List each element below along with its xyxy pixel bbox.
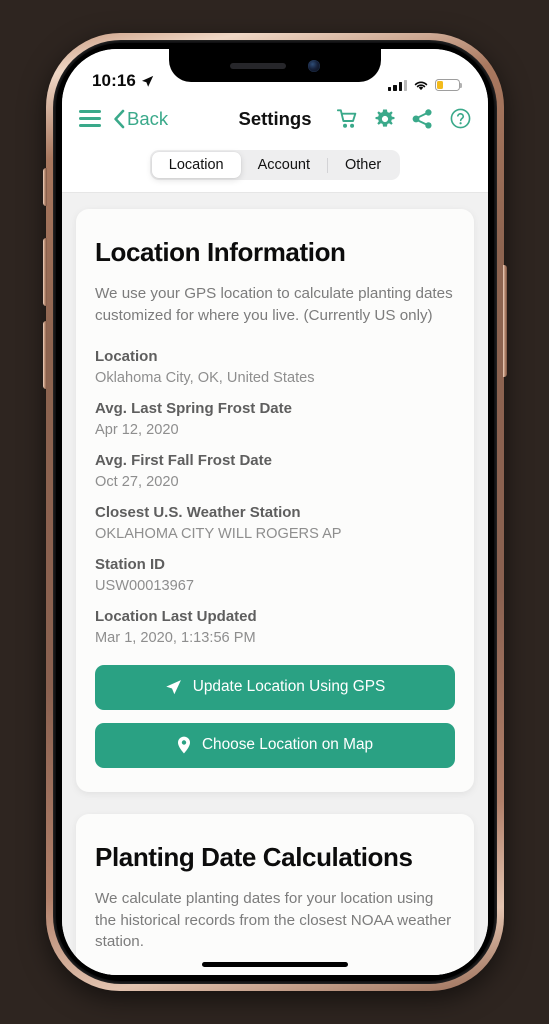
earpiece-speaker <box>230 62 286 69</box>
phone-screen: 10:16 Back Settings Location Account Oth… <box>62 49 488 975</box>
front-camera <box>308 59 320 72</box>
planting-card-title: Planting Date Calculations <box>95 841 413 872</box>
share-icon[interactable] <box>412 108 433 129</box>
location-card-description: We use your GPS location to calculate pl… <box>95 285 453 324</box>
volume-up-button[interactable] <box>43 238 47 306</box>
update-location-gps-button[interactable]: Update Location Using GPS <box>95 664 455 710</box>
field-label: Location <box>95 348 158 366</box>
field-label: Closest U.S. Weather Station <box>95 504 301 522</box>
cellular-signal-icon <box>388 79 407 91</box>
field-value: Oklahoma City, OK, United States <box>95 370 315 387</box>
map-pin-icon <box>177 736 190 754</box>
field-label: Avg. First Fall Frost Date <box>95 452 272 470</box>
field-value: Apr 12, 2020 <box>95 422 179 439</box>
navigation-bar: Back Settings <box>62 96 488 141</box>
planting-card-description: We calculate planting dates for your loc… <box>95 890 452 951</box>
field-value: OKLAHOMA CITY WILL ROGERS AP <box>95 525 342 542</box>
navigation-arrow-icon <box>166 679 181 695</box>
field-label: Avg. Last Spring Frost Date <box>95 400 292 418</box>
location-information-card: Location Information We use your GPS loc… <box>76 209 474 792</box>
location-arrow-icon <box>141 75 154 87</box>
volume-down-button[interactable] <box>43 321 47 389</box>
nav-left-group: Back <box>78 107 168 130</box>
field-last-spring-frost: Avg. Last Spring Frost Date Apr 12, 2020 <box>95 399 455 440</box>
planting-date-calculations-card: Planting Date Calculations We calculate … <box>76 813 474 975</box>
tab-location[interactable]: Location <box>151 152 241 178</box>
choose-location-map-label: Choose Location on Map <box>201 736 374 754</box>
field-weather-station: Closest U.S. Weather Station OKLAHOMA CI… <box>95 503 455 544</box>
phone-device: 10:16 Back Settings Location Account Oth… <box>43 33 507 991</box>
hamburger-menu-icon[interactable] <box>78 107 102 130</box>
status-bar-left: 10:16 <box>92 71 154 91</box>
settings-scroll-content[interactable]: Location Information We use your GPS loc… <box>62 193 488 975</box>
field-first-fall-frost: Avg. First Fall Frost Date Oct 27, 2020 <box>95 451 455 492</box>
battery-fill <box>437 81 443 89</box>
power-button[interactable] <box>503 265 507 377</box>
chevron-left-icon <box>114 109 125 128</box>
field-value: Mar 1, 2020, 1:13:56 PM <box>95 629 256 646</box>
field-station-id: Station ID USW00013967 <box>95 555 455 596</box>
field-last-updated: Location Last Updated Mar 1, 2020, 1:13:… <box>95 607 455 648</box>
shopping-cart-icon[interactable] <box>337 108 358 129</box>
tab-other[interactable]: Other <box>328 152 398 178</box>
tab-bar: Location Account Other <box>62 141 488 193</box>
home-indicator[interactable] <box>202 961 348 967</box>
segmented-control: Location Account Other <box>149 150 401 180</box>
field-label: Station ID <box>95 556 165 573</box>
status-time: 10:16 <box>92 71 136 90</box>
mute-switch[interactable] <box>43 168 47 206</box>
status-bar-right <box>388 79 463 91</box>
wifi-icon <box>414 81 428 91</box>
battery-low-icon <box>435 79 463 91</box>
choose-location-map-button[interactable]: Choose Location on Map <box>95 722 455 768</box>
help-circle-icon[interactable] <box>450 108 471 129</box>
field-value: USW00013967 <box>95 577 194 594</box>
field-label: Location Last Updated <box>95 607 257 625</box>
location-actions: Update Location Using GPS Choose Locatio… <box>95 664 455 768</box>
location-fields-list: Location Oklahoma City, OK, United State… <box>95 347 455 648</box>
gear-icon[interactable] <box>375 109 395 129</box>
back-button[interactable]: Back <box>113 108 168 130</box>
notch <box>169 49 381 82</box>
nav-actions <box>337 108 471 129</box>
field-location: Location Oklahoma City, OK, United State… <box>95 347 455 388</box>
field-value: Oct 27, 2020 <box>95 473 179 490</box>
update-location-gps-label: Update Location Using GPS <box>192 678 386 696</box>
back-button-label: Back <box>127 107 169 129</box>
location-card-title: Location Information <box>95 237 346 267</box>
tab-account[interactable]: Account <box>241 152 327 178</box>
